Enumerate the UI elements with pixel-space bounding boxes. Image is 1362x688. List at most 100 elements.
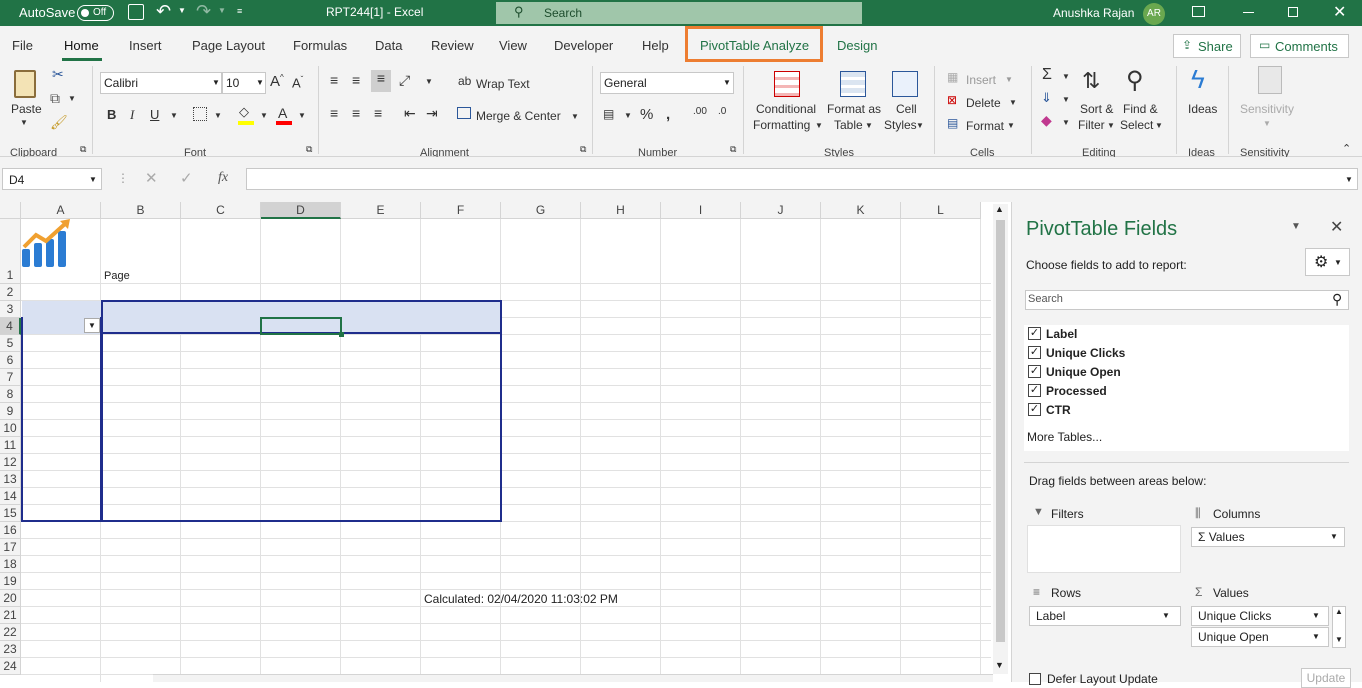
row-header-8[interactable]: 8 xyxy=(0,386,21,403)
row-header-13[interactable]: 13 xyxy=(0,471,21,488)
field-checkbox-label[interactable]: ✓ xyxy=(1028,327,1041,340)
find-select-label-1[interactable]: Find & xyxy=(1123,102,1158,116)
share-button[interactable]: ⇪ Share xyxy=(1173,34,1241,58)
column-header-k[interactable]: K xyxy=(821,202,901,219)
selected-cell-d4[interactable] xyxy=(260,317,342,335)
chevron-down-icon[interactable]: ▼ xyxy=(1062,95,1070,104)
format-as-table-label-1[interactable]: Format as xyxy=(827,102,881,116)
pivot-row-labels-column[interactable] xyxy=(21,317,102,522)
ideas-icon[interactable]: ϟ xyxy=(1191,64,1205,95)
percent-style-icon[interactable]: % xyxy=(640,106,653,123)
row-header-11[interactable]: 11 xyxy=(0,437,21,454)
row-header-2[interactable]: 2 xyxy=(0,284,21,301)
increase-indent-icon[interactable]: ⇥ xyxy=(426,105,438,122)
format-as-table-label-2[interactable]: Table xyxy=(834,118,863,132)
field-layout-button[interactable]: ⚙ ▼ xyxy=(1305,248,1350,276)
wrap-text-icon[interactable]: ab xyxy=(458,74,471,88)
comments-button[interactable]: ▭ Comments xyxy=(1250,34,1349,58)
pane-options-icon[interactable]: ▼ xyxy=(1291,221,1301,232)
more-tables-link[interactable]: More Tables... xyxy=(1027,430,1102,444)
sort-filter-icon[interactable]: ⇅ xyxy=(1082,68,1100,94)
values-scrollbar[interactable]: ▲ ▼ xyxy=(1332,606,1346,648)
sort-filter-label-1[interactable]: Sort & xyxy=(1080,102,1113,116)
borders-dropdown-icon[interactable]: ▼ xyxy=(214,111,222,120)
column-header-j[interactable]: J xyxy=(741,202,821,219)
font-color-dropdown-icon[interactable]: ▼ xyxy=(298,111,306,120)
orientation-icon[interactable]: ⤢ xyxy=(399,72,410,89)
pane-divider[interactable] xyxy=(1024,462,1349,463)
row-header-17[interactable]: 17 xyxy=(0,539,21,556)
tab-design[interactable]: Design xyxy=(837,38,877,53)
chevron-down-icon[interactable]: ▼ xyxy=(865,121,873,130)
row-header-23[interactable]: 23 xyxy=(0,641,21,658)
column-header-a[interactable]: A xyxy=(21,202,101,219)
format-cells-icon[interactable]: ▤ xyxy=(947,116,958,130)
alignment-launcher-icon[interactable]: ⧉ xyxy=(580,144,586,155)
insert-cells-icon[interactable]: ▦ xyxy=(947,70,958,84)
values-item-unique-open[interactable]: Unique Open ▼ xyxy=(1191,627,1329,647)
format-painter-icon[interactable]: 🖌 xyxy=(50,114,68,131)
name-box[interactable]: D4 ▼ xyxy=(2,168,102,190)
fill-icon[interactable]: ⇓ xyxy=(1041,90,1052,106)
bold-icon[interactable]: B xyxy=(107,107,116,122)
align-top-icon[interactable]: ≡ xyxy=(330,72,338,88)
font-launcher-icon[interactable]: ⧉ xyxy=(306,144,312,155)
row-header-15[interactable]: 15 xyxy=(0,505,21,522)
number-format-select[interactable]: General ▼ xyxy=(600,72,734,94)
row-header-22[interactable]: 22 xyxy=(0,624,21,641)
scroll-up-icon[interactable]: ▲ xyxy=(1335,607,1343,616)
row-header-9[interactable]: 9 xyxy=(0,403,21,420)
fill-handle[interactable] xyxy=(339,332,344,337)
paste-label[interactable]: Paste xyxy=(11,102,42,116)
row-header-16[interactable]: 16 xyxy=(0,522,21,539)
tab-developer[interactable]: Developer xyxy=(554,38,613,53)
orientation-dropdown-icon[interactable]: ▼ xyxy=(425,77,433,86)
comma-style-icon[interactable]: , xyxy=(666,106,670,123)
tab-data[interactable]: Data xyxy=(375,38,402,53)
expand-formula-icon[interactable]: ▼ xyxy=(1345,175,1353,184)
insert-cells-button[interactable]: Insert xyxy=(966,73,996,87)
chevron-down-icon[interactable]: ▼ xyxy=(1263,119,1271,128)
chevron-down-icon[interactable]: ▼ xyxy=(1062,118,1070,127)
formula-input[interactable]: ▼ xyxy=(246,168,1358,190)
chevron-down-icon[interactable]: ▼ xyxy=(1007,121,1015,130)
search-box[interactable]: ⚲ Search xyxy=(496,2,862,24)
column-header-e[interactable]: E xyxy=(341,202,421,219)
chevron-down-icon[interactable]: ▼ xyxy=(1005,75,1013,84)
horizontal-scroll-track[interactable] xyxy=(153,674,993,682)
chevron-down-icon[interactable]: ▼ xyxy=(1312,607,1320,625)
tab-review[interactable]: Review xyxy=(431,38,474,53)
tab-view[interactable]: View xyxy=(499,38,527,53)
copy-dropdown-icon[interactable]: ▼ xyxy=(68,94,76,103)
row-header-1[interactable]: 1 xyxy=(0,219,21,284)
row-header-20[interactable]: 20 xyxy=(0,590,21,607)
field-search-input[interactable]: Search ⚲ xyxy=(1025,290,1349,310)
columns-item-values[interactable]: Σ Values ▼ xyxy=(1191,527,1345,547)
column-header-i[interactable]: I xyxy=(661,202,741,219)
row-header-18[interactable]: 18 xyxy=(0,556,21,573)
decrease-font-icon[interactable]: Aˇ xyxy=(292,75,303,90)
accounting-format-icon[interactable]: ▤ xyxy=(603,107,614,121)
values-item-unique-clicks[interactable]: Unique Clicks ▼ xyxy=(1191,606,1329,626)
scroll-thumb[interactable] xyxy=(996,220,1005,642)
autosave-toggle[interactable]: Off xyxy=(77,5,114,21)
redo-dropdown-icon[interactable]: ▼ xyxy=(218,6,226,15)
align-center-icon[interactable]: ≡ xyxy=(352,105,360,121)
italic-icon[interactable]: I xyxy=(130,107,134,123)
paste-dropdown-icon[interactable]: ▼ xyxy=(20,118,28,127)
enter-icon[interactable]: ✓ xyxy=(180,169,193,187)
defer-checkbox[interactable] xyxy=(1029,673,1041,685)
field-processed[interactable]: Processed xyxy=(1046,384,1107,398)
wrap-text-button[interactable]: Wrap Text xyxy=(476,77,530,91)
defer-layout-label[interactable]: Defer Layout Update xyxy=(1047,672,1158,686)
format-cells-button[interactable]: Format xyxy=(966,119,1004,133)
row-header-21[interactable]: 21 xyxy=(0,607,21,624)
column-header-l[interactable]: L xyxy=(901,202,981,219)
conditional-formatting-label-2[interactable]: Formatting xyxy=(753,118,810,132)
ideas-button[interactable]: Ideas xyxy=(1188,102,1217,116)
customize-qat-icon[interactable]: ≡ xyxy=(237,6,242,16)
column-header-b[interactable]: B xyxy=(101,202,181,219)
collapse-ribbon-icon[interactable]: ⌃ xyxy=(1342,142,1351,155)
column-header-f[interactable]: F xyxy=(421,202,501,219)
scroll-down-icon[interactable]: ▼ xyxy=(995,660,1004,670)
